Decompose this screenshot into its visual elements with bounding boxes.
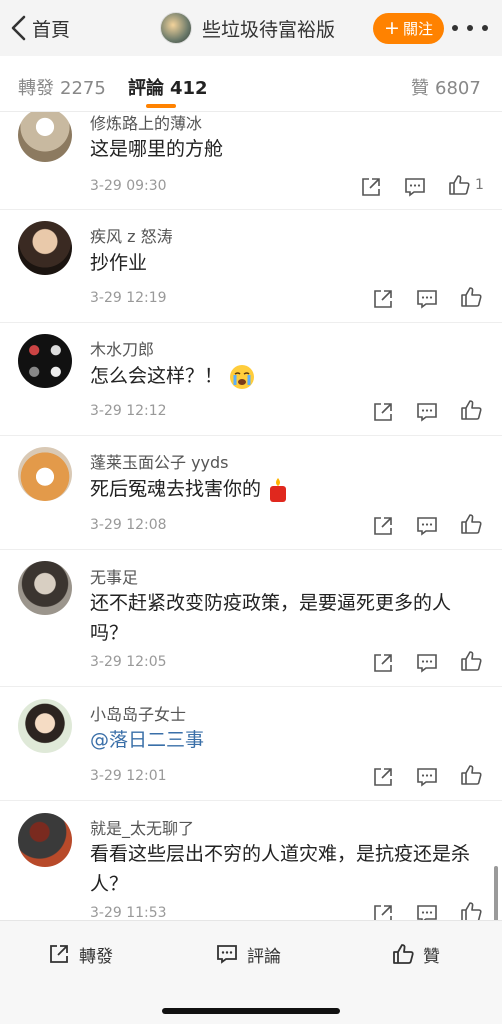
comment-item: 小岛岛子女士 @落日二三事 3-29 12:01 [0,687,502,801]
follow-button[interactable]: + 關注 [373,13,444,44]
candle-emoji-icon [270,477,287,502]
like-button[interactable]: 贊 [392,941,440,967]
comment-icon[interactable] [416,401,438,423]
avatar[interactable] [18,561,72,615]
back-button[interactable]: 首頁 [10,12,70,44]
comment-username[interactable]: 小岛岛子女士 [90,701,186,725]
like-icon[interactable] [460,901,482,920]
tab-comments-count: 412 [170,78,208,99]
tab-bar: 轉發 2275 評論 412 贊 6807 [0,56,502,112]
repost-icon[interactable] [372,288,394,310]
comment-username[interactable]: 修炼路上的薄冰 [90,112,202,134]
comment-text: 抄作业 [90,252,148,274]
comment-username[interactable]: 蓬莱玉面公子 yyds [90,449,229,473]
comment-button[interactable]: 評論 [216,941,281,967]
comment-item: 蓬莱玉面公子 yyds 死后冤魂去找害你的 3-29 12:08 [0,436,502,550]
like-icon[interactable] [460,513,482,535]
comment-text: 怎么会这样？！ [90,361,480,391]
tab-repost-count: 2275 [60,78,106,99]
bottom-action-bar: 轉發 評論 贊 [0,920,502,1024]
comment-text: 这是哪里的方舱 [90,138,224,160]
like-icon[interactable] [460,650,482,672]
author-avatar[interactable] [160,12,192,44]
repost-icon [50,945,68,963]
avatar[interactable] [18,813,72,867]
like-icon[interactable] [460,286,482,308]
like-icon [393,944,414,964]
tab-repost-label: 轉發 [18,78,54,99]
comment-list[interactable]: 修炼路上的薄冰 这是哪里的方舱 3-29 09:30 1 疾风 z 怒涛 抄作业… [0,112,502,920]
comment-time: 3-29 12:19 [90,290,167,306]
avatar[interactable] [18,221,72,275]
like-count: 1 [475,177,484,193]
comment-text: 还不赶紧改变防疫政策，是要逼死更多的人吗？ [90,592,452,644]
tab-repost[interactable]: 轉發 2275 [18,74,106,100]
comment-text-body: 死后冤魂去找害你的 [90,478,262,500]
tab-likes[interactable]: 贊 6807 [411,74,481,100]
comment-time: 3-29 09:30 [90,178,167,194]
comment-time: 3-29 12:12 [90,403,167,419]
avatar[interactable] [18,699,72,753]
top-nav-bar: 首頁 些垃圾待富裕版 + 關注 [0,0,502,56]
tab-likes-label: 贊 [411,78,429,99]
repost-label: 轉發 [79,946,113,967]
comment-username[interactable]: 疾风 z 怒涛 [90,223,173,247]
comment-icon[interactable] [416,652,438,674]
like-label: 贊 [423,946,440,967]
comment-item: 木水刀郎 怎么会这样？！ 3-29 12:12 [0,323,502,436]
avatar[interactable] [18,447,72,501]
comment-text: 看看这些层出不穷的人道灾难，是抗疫还是杀人？ [90,843,471,895]
tab-comments-label: 評論 [128,78,164,99]
repost-icon[interactable] [372,903,394,920]
active-tab-indicator [146,104,176,108]
comment-username[interactable]: 就是_太无聊了 [90,815,194,839]
comment-icon[interactable] [416,766,438,788]
comment-icon[interactable] [416,515,438,537]
comment-time: 3-29 11:53 [90,905,167,920]
tab-likes-count: 6807 [435,78,481,99]
comment-item: 无事足 还不赶紧改变防疫政策，是要逼死更多的人吗？ 3-29 12:05 [0,550,502,687]
comment-text: 死后冤魂去找害你的 [90,474,480,504]
profile-title[interactable]: 些垃圾待富裕版 [160,11,335,45]
comment-icon [217,945,237,964]
comment-time: 3-29 12:01 [90,768,167,784]
comment-label: 評論 [247,946,281,967]
comment-item: 修炼路上的薄冰 这是哪里的方舱 3-29 09:30 1 [0,112,502,210]
scrollbar[interactable] [494,866,498,922]
plus-icon: + [384,17,400,39]
repost-icon[interactable] [360,176,382,198]
comment-text-body: 怎么会这样？！ [90,365,224,387]
back-label: 首頁 [32,18,71,41]
back-chevron-icon [11,15,26,41]
comment-icon[interactable] [404,176,426,198]
comment-mention-link[interactable]: @落日二三事 [90,725,480,755]
crying-emoji-icon [230,364,255,389]
avatar[interactable] [18,112,72,162]
like-icon[interactable] [460,399,482,421]
avatar[interactable] [18,334,72,388]
more-icon[interactable] [452,25,488,33]
like-icon[interactable] [460,764,482,786]
repost-icon[interactable] [372,515,394,537]
repost-icon[interactable] [372,401,394,423]
home-indicator[interactable] [162,1008,340,1014]
author-name: 些垃圾待富裕版 [202,18,336,41]
like-icon[interactable] [448,174,470,196]
comment-item: 疾风 z 怒涛 抄作业 3-29 12:19 [0,210,502,323]
comment-icon[interactable] [416,903,438,920]
tab-comments[interactable]: 評論 412 [128,74,208,100]
comment-time: 3-29 12:08 [90,517,167,533]
comment-item: 就是_太无聊了 看看这些层出不穷的人道灾难，是抗疫还是杀人？ 3-29 11:5… [0,801,502,920]
comment-username[interactable]: 木水刀郎 [90,336,154,360]
repost-button[interactable]: 轉發 [48,941,113,967]
repost-icon[interactable] [372,652,394,674]
comment-time: 3-29 12:05 [90,654,167,670]
repost-icon[interactable] [372,766,394,788]
follow-label: 關注 [402,20,433,38]
comment-username[interactable]: 无事足 [90,564,138,588]
comment-icon[interactable] [416,288,438,310]
